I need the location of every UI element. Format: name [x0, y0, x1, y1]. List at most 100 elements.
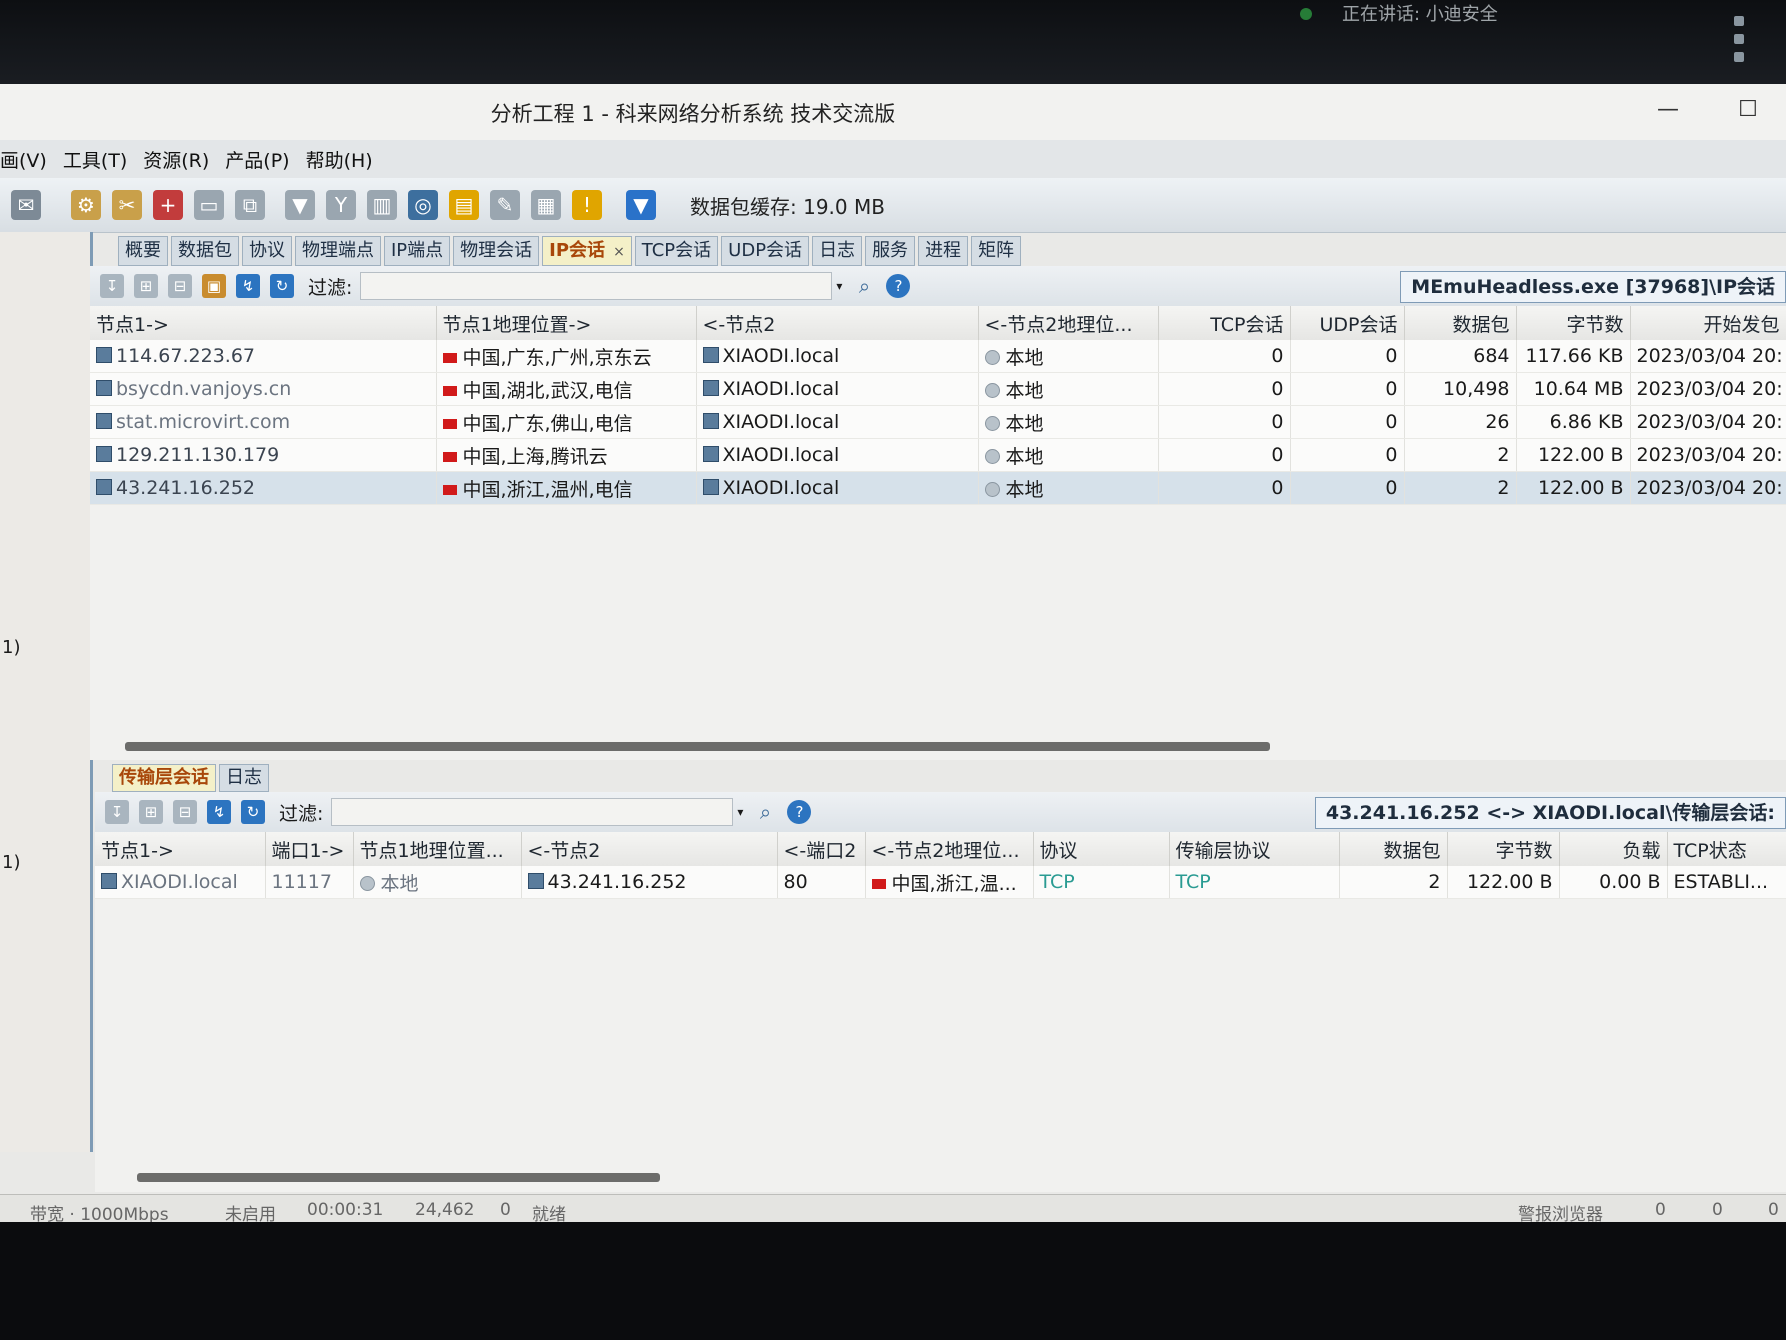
tools-icon[interactable]: ✂ [112, 190, 142, 220]
tab-matrix[interactable]: 矩阵 [971, 236, 1022, 266]
column-header[interactable]: 节点1-> [95, 832, 266, 866]
filter-input[interactable] [331, 798, 734, 826]
maximize-button[interactable]: ☐ [1728, 92, 1768, 128]
collapse-icon[interactable]: ⊟ [168, 274, 192, 298]
expand-icon[interactable]: ⊞ [134, 274, 158, 298]
speech-icon[interactable]: ✉ [11, 190, 41, 220]
column-header[interactable]: 节点1地理位置... [353, 832, 522, 866]
panel-toolbar: ↧ ⊞ ⊟ ▣ ↯ ↻ 过滤: ▾ ⌕ ? MEmuHeadless.exe [… [90, 266, 1786, 306]
tab-processes[interactable]: 进程 [918, 236, 969, 266]
export-icon[interactable]: ↧ [105, 800, 129, 824]
filter-input[interactable] [360, 272, 833, 300]
column-header[interactable]: <-节点2地理位... [978, 306, 1159, 340]
tab-udp-conversations[interactable]: UDP会话 [721, 236, 810, 266]
export-icon[interactable]: ↧ [100, 274, 124, 298]
horizontal-scrollbar[interactable] [125, 742, 1270, 751]
edit-icon[interactable]: ✎ [490, 190, 520, 220]
tab-services[interactable]: 服务 [865, 236, 916, 266]
compare-icon[interactable]: ⧉ [235, 190, 265, 220]
udp-cell: 0 [1290, 405, 1405, 439]
control-icon[interactable] [1734, 34, 1744, 44]
table-row[interactable]: bsycdn.vanjoys.cn 中国,湖北,武汉,电信 XIAODI.loc… [90, 372, 1786, 406]
locate-icon[interactable]: ↯ [207, 800, 231, 824]
view-icon[interactable]: ▣ [202, 274, 226, 298]
table-row[interactable]: 114.67.223.67 中国,广东,广州,京东云 XIAODI.local … [90, 340, 1786, 373]
column-header[interactable]: <-节点2 [521, 832, 778, 866]
column-header[interactable]: 数据包 [1339, 832, 1448, 866]
warning-icon[interactable]: ! [572, 190, 602, 220]
tab-protocols[interactable]: 协议 [242, 236, 292, 266]
table-row[interactable]: XIAODI.local 11117 本地 43.241.16.252 80 中… [95, 866, 1786, 899]
close-icon[interactable]: × [613, 244, 625, 260]
refresh-icon[interactable]: ↻ [241, 800, 265, 824]
help-icon[interactable]: ? [886, 274, 911, 298]
chevron-down-icon[interactable]: ▾ [836, 279, 842, 293]
chevron-down-icon[interactable]: ▾ [737, 805, 743, 819]
node1-cell: 129.211.130.179 [116, 444, 280, 466]
folder-icon[interactable]: ▤ [449, 190, 479, 220]
column-header[interactable]: 字节数 [1447, 832, 1560, 866]
menu-tools[interactable]: 工具(T) [63, 146, 127, 173]
geo2-cell: 本地 [1005, 445, 1044, 468]
tab-transport-conversations[interactable]: 传输层会话 [112, 764, 216, 792]
menu-product[interactable]: 产品(P) [225, 146, 289, 173]
column-header[interactable]: 协议 [1033, 832, 1170, 866]
tab-log[interactable]: 日志 [812, 236, 863, 266]
tab-ip-conversations[interactable]: IP会话 × [542, 236, 632, 266]
filter-icon[interactable]: Y [326, 190, 356, 220]
column-header[interactable]: 数据包 [1404, 306, 1517, 340]
alarm-browser-button[interactable]: 警报浏览器 [1518, 1200, 1603, 1222]
column-header[interactable]: 端口1-> [265, 832, 354, 866]
column-header[interactable]: 开始发包 [1630, 306, 1786, 340]
tab-tcp-conversations[interactable]: TCP会话 [634, 236, 719, 266]
expand-icon[interactable]: ⊞ [139, 800, 163, 824]
menu-view[interactable]: 画(V) [0, 146, 47, 173]
chart-icon[interactable]: ▥ [367, 190, 397, 220]
payload-cell: 0.00 B [1559, 866, 1668, 899]
tab-physical-conversations[interactable]: 物理会话 [453, 236, 540, 266]
bytes-cell: 6.86 KB [1516, 405, 1631, 439]
column-header[interactable]: 节点1地理位置-> [436, 306, 697, 340]
tab-ip-endpoints[interactable]: IP端点 [384, 236, 451, 266]
tab-packets[interactable]: 数据包 [171, 236, 239, 266]
help-icon[interactable]: ? [787, 800, 812, 824]
window-title: 分析工程 1 - 科来网络分析系统 技术交流版 [490, 102, 896, 126]
window-icon[interactable]: ▭ [194, 190, 224, 220]
column-header[interactable]: <-节点2 [696, 306, 979, 340]
horizontal-scrollbar[interactable] [137, 1173, 660, 1182]
column-header[interactable]: 传输层协议 [1169, 832, 1340, 866]
save-icon[interactable]: ▼ [285, 190, 315, 220]
column-header[interactable]: <-端口2 [777, 832, 866, 866]
search-icon[interactable]: ⌕ [852, 274, 876, 298]
column-header[interactable]: UDP会话 [1290, 306, 1405, 340]
column-header[interactable]: 节点1-> [90, 306, 437, 340]
refresh-icon[interactable]: ↻ [270, 274, 294, 298]
control-icon[interactable] [1734, 52, 1744, 62]
tcp-state-cell: ESTABLI... [1667, 866, 1786, 899]
tab-lower-log[interactable]: 日志 [219, 764, 269, 792]
collapse-icon[interactable]: ⊟ [173, 800, 197, 824]
column-header[interactable]: 负载 [1559, 832, 1668, 866]
shield-icon[interactable]: ▼ [626, 190, 656, 220]
node1-cell: stat.microvirt.com [116, 411, 291, 433]
table-row[interactable]: 129.211.130.179 中国,上海,腾讯云 XIAODI.local 本… [90, 438, 1786, 472]
column-header[interactable]: 字节数 [1516, 306, 1631, 340]
column-header[interactable]: <-节点2地理位... [865, 832, 1034, 866]
minimize-button[interactable]: — [1648, 92, 1688, 128]
search-icon[interactable]: ⌕ [753, 800, 777, 824]
add-icon[interactable]: + [153, 190, 183, 220]
report-icon[interactable]: ▦ [531, 190, 561, 220]
capture-icon[interactable]: ◎ [408, 190, 438, 220]
table-row-selected[interactable]: 43.241.16.252 中国,浙江,温州,电信 XIAODI.local 本… [90, 471, 1786, 505]
menu-help[interactable]: 帮助(H) [306, 146, 373, 173]
control-icon[interactable] [1734, 16, 1744, 26]
column-header[interactable]: TCP会话 [1158, 306, 1291, 340]
table-row[interactable]: stat.microvirt.com 中国,广东,佛山,电信 XIAODI.lo… [90, 405, 1786, 439]
column-header[interactable]: TCP状态 [1667, 832, 1786, 866]
tab-overview[interactable]: 概要 [118, 236, 168, 266]
open-project-icon[interactable]: ⚙ [71, 190, 101, 220]
menu-resources[interactable]: 资源(R) [143, 146, 209, 173]
tab-physical-endpoints[interactable]: 物理端点 [295, 236, 381, 266]
locate-icon[interactable]: ↯ [236, 274, 260, 298]
geo2-cell: 本地 [1005, 412, 1044, 435]
